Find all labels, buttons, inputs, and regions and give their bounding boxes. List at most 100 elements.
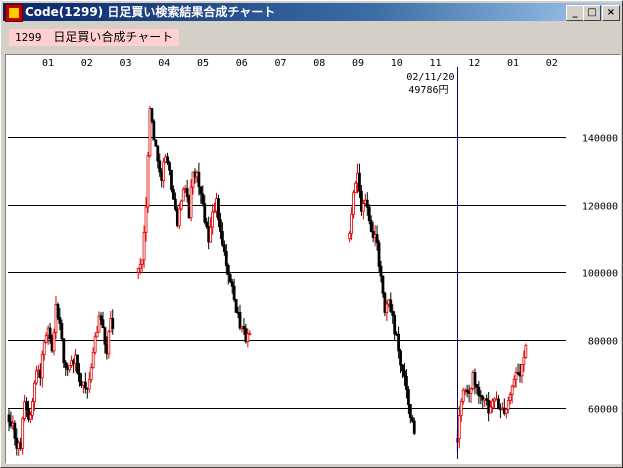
candle-body — [93, 336, 97, 353]
candle-body — [475, 384, 479, 388]
candle-body — [89, 367, 93, 381]
candle-body — [369, 220, 373, 232]
candle-body — [99, 315, 103, 321]
chart-panel[interactable]: 60000 80000 100000 120000 140000 01 02 03 04 05 06… — [5, 54, 621, 464]
candle-body — [209, 226, 213, 243]
x-tick-label: 04 — [158, 58, 170, 69]
candle-body — [13, 422, 17, 439]
candle-body — [457, 415, 461, 439]
candle-body — [111, 318, 115, 330]
candle-body — [62, 338, 66, 363]
candle-body — [506, 400, 510, 410]
candle-body — [58, 317, 62, 324]
candle-body — [146, 155, 150, 208]
candle-body — [44, 334, 48, 343]
x-tick-label: 10 — [391, 58, 403, 69]
candle-body — [68, 364, 72, 371]
window-title: Code(1299) 日足買い検索結果合成チャート — [25, 5, 276, 19]
candle-body — [201, 193, 205, 205]
app-window: Code(1299) 日足買い検索結果合成チャート _ □ × 1299 日足買… — [0, 0, 623, 468]
candle-body — [197, 171, 201, 188]
candle-body — [56, 304, 60, 318]
x-tick-label: 09 — [352, 58, 364, 69]
candle-body — [154, 139, 158, 147]
candle-body — [170, 169, 173, 190]
candle-body — [461, 389, 465, 402]
candle-body — [228, 274, 232, 283]
candle-body — [406, 389, 410, 405]
candle-body — [350, 213, 354, 234]
candle-body — [234, 299, 238, 313]
candle-body — [205, 221, 209, 227]
candle-body — [403, 370, 406, 377]
title-bar[interactable]: Code(1299) 日足買い検索結果合成チャート _ □ × — [3, 3, 620, 22]
x-tick-label: 07 — [274, 58, 286, 69]
minimize-button[interactable]: _ — [566, 5, 584, 21]
candle-body — [101, 319, 105, 329]
app-icon[interactable] — [5, 4, 23, 22]
candle-body — [220, 230, 224, 246]
candle-body — [389, 299, 393, 312]
stock-code: 1299 — [15, 31, 42, 44]
chart-label: 1299 日足買い合成チャート — [9, 29, 180, 46]
candle-body — [491, 400, 494, 408]
candle-body — [226, 265, 230, 276]
candle-body — [385, 303, 389, 313]
candle-body — [107, 331, 111, 355]
candle-body — [91, 352, 95, 369]
candle-body — [358, 172, 361, 192]
candlestick-chart[interactable]: 60000 80000 100000 120000 140000 01 02 03 04 05 06… — [6, 55, 620, 463]
close-button[interactable]: × — [602, 5, 620, 21]
candle-body — [222, 244, 226, 252]
candle-body — [348, 233, 352, 239]
candle-body — [211, 211, 215, 228]
candle-body — [21, 418, 25, 449]
candle-body — [179, 200, 183, 210]
y-tick-label: 60000 — [588, 405, 618, 416]
candle-body — [397, 333, 401, 352]
candle-body — [34, 370, 38, 384]
candle-body — [361, 203, 365, 212]
candle-body — [504, 408, 508, 414]
maximize-button[interactable]: □ — [583, 5, 601, 21]
candle-body — [354, 182, 357, 194]
y-tick-label: 100000 — [582, 269, 618, 280]
x-tick-label: 01 — [42, 58, 54, 69]
candle-body — [248, 333, 252, 335]
candle-body — [522, 356, 526, 365]
candle-body — [401, 364, 404, 372]
candle-body — [29, 414, 32, 420]
candle-body — [399, 350, 402, 366]
y-tick-label: 80000 — [588, 337, 618, 348]
x-tick-label: 11 — [429, 58, 441, 69]
candle-body — [405, 376, 408, 390]
candle-body — [7, 414, 11, 423]
candle-body — [512, 379, 516, 387]
candle-body — [375, 234, 379, 244]
candle-body — [185, 188, 189, 197]
x-tick-label: 08 — [313, 58, 325, 69]
candle-body — [199, 186, 203, 195]
candle-body — [136, 268, 140, 273]
candle-body — [219, 219, 222, 232]
candle-body — [40, 354, 44, 379]
candle-body — [156, 145, 160, 162]
candle-body — [246, 333, 250, 343]
candle-body — [152, 120, 156, 141]
candle-body — [48, 327, 52, 339]
candle-body — [377, 242, 381, 267]
candle-body — [158, 160, 162, 173]
candle-body — [412, 420, 416, 434]
candle-body — [31, 401, 34, 416]
candle-body — [87, 379, 91, 390]
candle-body — [140, 259, 144, 265]
candle-body — [33, 382, 36, 402]
candle-body — [489, 406, 493, 414]
candle-body — [408, 404, 412, 418]
candle-body — [381, 275, 385, 294]
candle-body — [391, 310, 395, 316]
candle-body — [230, 281, 234, 287]
candle-body — [393, 315, 397, 335]
candle-body — [166, 156, 169, 163]
candle-body — [520, 364, 524, 377]
